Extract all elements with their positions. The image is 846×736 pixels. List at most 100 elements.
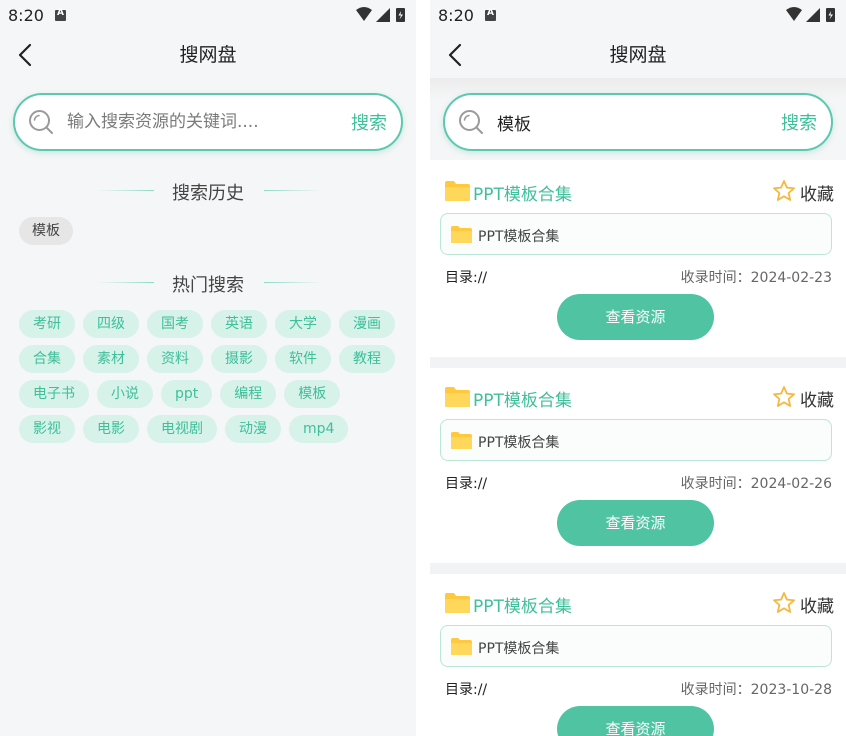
hot-tag[interactable]: 大学 xyxy=(275,310,331,338)
star-outline-icon xyxy=(773,180,795,201)
divider xyxy=(264,282,322,283)
hot-tag[interactable]: 合集 xyxy=(19,345,75,373)
favorite-label: 收藏 xyxy=(800,391,834,411)
hot-tag[interactable]: 电视剧 xyxy=(147,415,217,443)
card-header: PPT模板合集 收藏 xyxy=(444,384,834,411)
history-chip[interactable]: 模板 xyxy=(19,217,73,245)
hot-tag[interactable]: 软件 xyxy=(275,345,331,373)
favorite-label: 收藏 xyxy=(800,185,834,205)
hot-tag-row: 电子书 小说 ppt 编程 模板 xyxy=(19,380,399,408)
star-outline-icon xyxy=(773,386,795,407)
folder-icon xyxy=(445,181,470,201)
search-icon xyxy=(29,110,53,134)
status-time: 8:20 xyxy=(8,6,44,25)
file-entry[interactable]: PPT模板合集 xyxy=(440,625,832,667)
collected-date: 收录时间：2024-02-26 xyxy=(680,476,832,492)
hot-tag[interactable]: 漫画 xyxy=(339,310,395,338)
page-title: 搜网盘 xyxy=(179,44,237,66)
card-separator xyxy=(430,357,846,368)
search-screen: 8:20 搜网盘 搜索 搜索历史 模板 热门搜索 考研 四级 xyxy=(0,0,416,736)
file-name: PPT模板合集 xyxy=(478,435,560,451)
collected-date: 收录时间：2023-10-28 xyxy=(680,682,832,698)
hot-tag[interactable]: mp4 xyxy=(289,415,349,443)
favorite-button[interactable]: 收藏 xyxy=(772,384,834,411)
favorite-label: 收藏 xyxy=(800,597,834,617)
hot-tags: 考研 四级 国考 英语 大学 漫画 合集 素材 资料 摄影 软件 教程 电子书 … xyxy=(19,310,399,450)
directory-label: 目录:// xyxy=(445,476,488,492)
hot-tag[interactable]: ppt xyxy=(161,380,213,408)
result-title[interactable]: PPT模板合集 xyxy=(473,386,572,411)
favorite-button[interactable]: 收藏 xyxy=(772,590,834,617)
search-icon xyxy=(459,110,483,134)
file-name: PPT模板合集 xyxy=(478,229,560,245)
folder-icon xyxy=(451,226,472,243)
directory-label: 目录:// xyxy=(445,682,488,698)
result-title[interactable]: PPT模板合集 xyxy=(473,592,572,617)
result-list: PPT模板合集 收藏 PPT模板合集 目录:// 收录时间：2024-02-23… xyxy=(430,162,846,736)
hot-tag[interactable]: 电影 xyxy=(83,415,139,443)
search-input[interactable] xyxy=(67,105,337,139)
hot-tag-row: 考研 四级 国考 英语 大学 漫画 xyxy=(19,310,399,338)
hot-tag[interactable]: 考研 xyxy=(19,310,75,338)
history-title: 搜索历史 xyxy=(172,183,244,204)
view-resource-button[interactable]: 查看资源 xyxy=(557,294,714,340)
result-card: PPT模板合集 收藏 PPT模板合集 目录:// 收录时间：2023-10-28… xyxy=(430,574,846,736)
nav-bar: 搜网盘 xyxy=(430,32,846,78)
status-time: 8:20 xyxy=(438,6,474,25)
wifi-icon xyxy=(786,7,802,21)
results-screen: 8:20 搜网盘 搜索 xyxy=(430,0,846,736)
collected-date: 收录时间：2024-02-23 xyxy=(680,270,832,286)
hot-tag[interactable]: 摄影 xyxy=(211,345,267,373)
directory-label: 目录:// xyxy=(445,270,488,286)
hot-tag[interactable]: 小说 xyxy=(97,380,153,408)
nav-bar: 搜网盘 xyxy=(0,32,416,78)
status-icons xyxy=(786,7,835,22)
file-entry[interactable]: PPT模板合集 xyxy=(440,213,832,255)
card-header: PPT模板合集 收藏 xyxy=(444,590,834,617)
divider xyxy=(264,190,322,191)
status-bar: 8:20 xyxy=(0,0,416,32)
hot-tag[interactable]: 影视 xyxy=(19,415,75,443)
star-outline-icon xyxy=(773,592,795,613)
status-icons xyxy=(356,7,405,22)
wifi-icon xyxy=(356,7,372,21)
file-name: PPT模板合集 xyxy=(478,641,560,657)
signal-icon xyxy=(376,8,390,22)
result-card: PPT模板合集 收藏 PPT模板合集 目录:// 收录时间：2024-02-26… xyxy=(430,368,846,563)
folder-icon xyxy=(445,387,470,407)
card-separator xyxy=(430,563,846,574)
hot-tag[interactable]: 教程 xyxy=(339,345,395,373)
page-title: 搜网盘 xyxy=(609,44,667,66)
hot-tag[interactable]: 四级 xyxy=(83,310,139,338)
result-card: PPT模板合集 收藏 PPT模板合集 目录:// 收录时间：2024-02-23… xyxy=(430,162,846,357)
hot-tag[interactable]: 素材 xyxy=(83,345,139,373)
favorite-button[interactable]: 收藏 xyxy=(772,178,834,205)
search-button[interactable]: 搜索 xyxy=(781,109,817,135)
signal-icon xyxy=(806,8,820,22)
notification-a-icon xyxy=(485,8,496,21)
hot-tag[interactable]: 国考 xyxy=(147,310,203,338)
folder-icon xyxy=(451,638,472,655)
hot-tag[interactable]: 编程 xyxy=(220,380,277,408)
hot-tag[interactable]: 模板 xyxy=(284,380,341,408)
view-resource-button[interactable]: 查看资源 xyxy=(557,706,714,736)
search-bar: 搜索 xyxy=(443,93,833,151)
hot-tag[interactable]: 资料 xyxy=(147,345,203,373)
file-entry[interactable]: PPT模板合集 xyxy=(440,419,832,461)
status-bar: 8:20 xyxy=(430,0,846,32)
view-resource-button[interactable]: 查看资源 xyxy=(557,500,714,546)
hot-tag-row: 合集 素材 资料 摄影 软件 教程 xyxy=(19,345,399,373)
hot-tag[interactable]: 动漫 xyxy=(225,415,281,443)
search-button[interactable]: 搜索 xyxy=(351,109,387,135)
notification-a-icon xyxy=(55,8,66,21)
result-title[interactable]: PPT模板合集 xyxy=(473,180,572,205)
card-header: PPT模板合集 收藏 xyxy=(444,178,834,205)
search-bar: 搜索 xyxy=(13,93,403,151)
search-input[interactable] xyxy=(497,105,767,139)
hot-search-title: 热门搜索 xyxy=(172,275,244,296)
hot-tag[interactable]: 英语 xyxy=(211,310,267,338)
folder-icon xyxy=(451,432,472,449)
folder-icon xyxy=(445,593,470,613)
hot-tag[interactable]: 电子书 xyxy=(19,380,89,408)
hot-tag-row: 影视 电影 电视剧 动漫 mp4 xyxy=(19,415,399,443)
